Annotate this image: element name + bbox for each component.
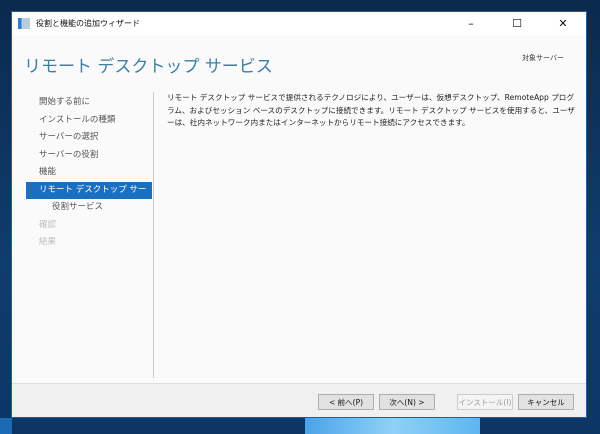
nav-item-server-selection[interactable]: サーバーの選択: [26, 129, 152, 147]
server-manager-icon: [18, 18, 30, 29]
nav-item-confirmation: 確認: [39, 219, 57, 230]
nav-item-before-you-begin[interactable]: 開始する前に: [26, 94, 152, 112]
nav-divider: [153, 92, 154, 378]
desktop-background-highlight: [305, 418, 480, 434]
minimize-button[interactable]: –: [448, 12, 494, 35]
window-title: 役割と機能の追加ウィザード: [36, 19, 140, 28]
nav-item-results: 結果: [39, 237, 57, 247]
description-text: リモート デスクトップ サービスで提供されるテクノロジにより、ユーザーは、仮想デ…: [167, 93, 575, 127]
page-header: リモート デスクトップ サービス 対象サーバー: [12, 35, 586, 85]
previous-button[interactable]: < 前へ(P): [318, 394, 374, 410]
nav-item-remote-desktop-services[interactable]: リモート デスクトップ サービス: [26, 181, 152, 212]
nav-item-server-roles[interactable]: サーバーの役割: [26, 147, 152, 165]
title-bar: 役割と機能の追加ウィザード – ☐ ✕: [12, 12, 586, 35]
wizard-nav: 開始する前に インストールの種類 サーバーの選択 サーバーの役割 機能 リモート…: [26, 94, 152, 252]
install-button: インストール(I): [457, 394, 513, 410]
target-server-label: 対象サーバー: [522, 54, 564, 62]
nav-item-features[interactable]: 機能: [26, 164, 152, 182]
desktop-taskbar-edge: [0, 418, 12, 434]
wizard-window: 役割と機能の追加ウィザード – ☐ ✕ リモート デスクトップ サービス 対象サ…: [11, 11, 587, 418]
close-button[interactable]: ✕: [540, 12, 586, 35]
cancel-button[interactable]: キャンセル: [518, 394, 574, 410]
maximize-button[interactable]: ☐: [494, 12, 540, 35]
nav-item-installation-type[interactable]: インストールの種類: [26, 112, 152, 130]
button-bar: < 前へ(P) 次へ(N) > インストール(I) キャンセル: [12, 383, 586, 417]
page-title: リモート デスクトップ サービス: [24, 57, 273, 77]
next-button[interactable]: 次へ(N) >: [379, 394, 435, 410]
